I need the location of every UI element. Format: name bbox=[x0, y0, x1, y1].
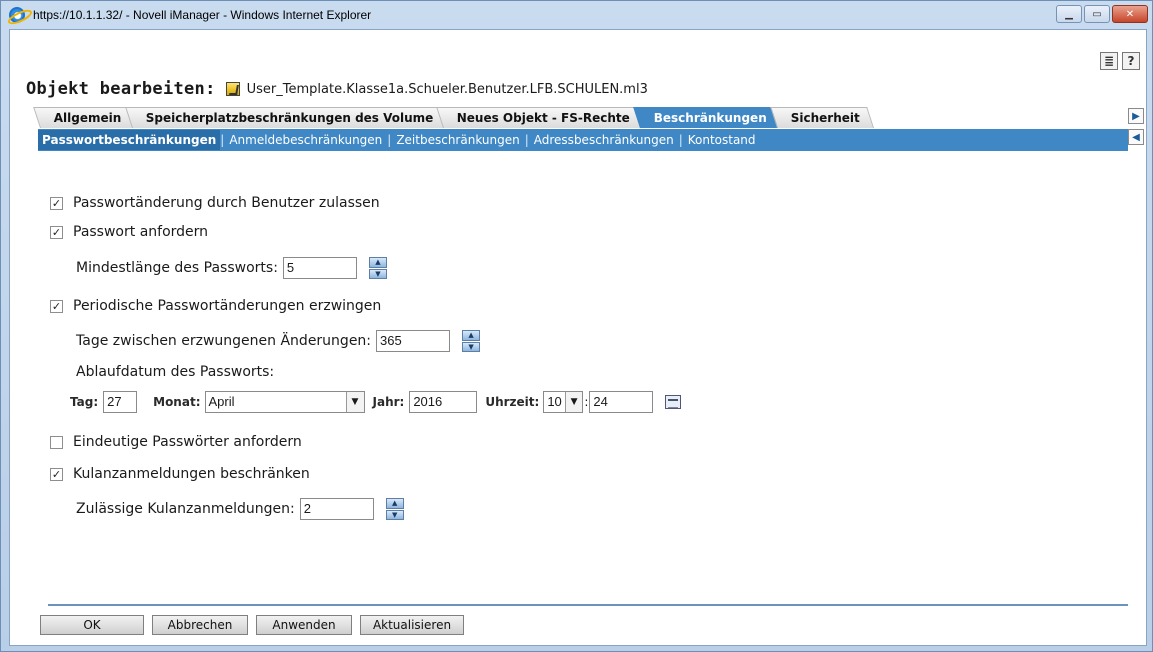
min-length-stepper[interactable]: ▲ ▼ bbox=[368, 257, 387, 279]
min-length-label: Mindestlänge des Passworts: bbox=[76, 260, 278, 276]
hour-value: 10 bbox=[547, 394, 562, 409]
subtab-passwortbeschraenkungen[interactable]: Passwortbeschränkungen bbox=[38, 130, 221, 150]
close-button[interactable]: ✕ bbox=[1112, 5, 1148, 23]
year-label: Jahr: bbox=[372, 395, 405, 409]
month-value: April bbox=[208, 394, 235, 409]
periodic-change-checkbox[interactable]: ✓ bbox=[50, 299, 63, 313]
month-label: Monat: bbox=[153, 395, 201, 409]
unique-row: Eindeutige Passwörter anfordern bbox=[50, 434, 302, 450]
maximize-button[interactable]: ▭ bbox=[1084, 5, 1110, 23]
tab-speicherplatz[interactable]: Speicherplatzbeschränkungen des Volume bbox=[124, 107, 448, 128]
grace-count-row: Zulässige Kulanzanmeldungen: 2 ▲ ▼ bbox=[76, 498, 404, 520]
spin-down-icon[interactable]: ▼ bbox=[385, 509, 404, 520]
day-label: Tag: bbox=[70, 395, 99, 409]
require-password-label: Passwort anfordern bbox=[73, 224, 209, 240]
task-list-icon[interactable]: ≣ bbox=[1100, 52, 1118, 70]
object-icon bbox=[225, 82, 240, 96]
allow-change-checkbox[interactable]: ✓ bbox=[50, 196, 63, 210]
divider bbox=[48, 604, 1128, 606]
expiry-label: Ablaufdatum des Passworts: bbox=[76, 364, 275, 380]
time-label: Uhrzeit: bbox=[485, 395, 540, 409]
subtab-zeitbeschraenkungen[interactable]: Zeitbeschränkungen bbox=[391, 133, 524, 147]
spin-down-icon[interactable]: ▼ bbox=[462, 341, 481, 352]
subtab-adressbeschraenkungen[interactable]: Adressbeschränkungen bbox=[529, 133, 679, 147]
window-title: https://10.1.1.32/ - Novell iManager - W… bbox=[33, 8, 372, 22]
tab-bar: Allgemein Speicherplatzbeschränkungen de… bbox=[33, 107, 875, 128]
periodic-change-row: ✓ Periodische Passwortänderungen erzwing… bbox=[50, 298, 381, 314]
grace-label: Kulanzanmeldungen beschränken bbox=[73, 466, 310, 482]
help-icon[interactable]: ? bbox=[1122, 52, 1140, 70]
expiry-heading-row: Ablaufdatum des Passworts: bbox=[76, 364, 274, 380]
spin-up-icon[interactable]: ▲ bbox=[385, 498, 404, 509]
chevron-down-icon[interactable]: ▼ bbox=[345, 392, 364, 412]
spin-up-icon[interactable]: ▲ bbox=[462, 330, 481, 341]
grace-count-input[interactable]: 2 bbox=[299, 498, 374, 520]
calendar-icon[interactable] bbox=[665, 395, 682, 409]
days-between-row: Tage zwischen erzwungenen Änderungen: 36… bbox=[76, 330, 481, 352]
grace-row: ✓ Kulanzanmeldungen beschränken bbox=[50, 466, 310, 482]
apply-button[interactable]: Anwenden bbox=[256, 615, 352, 635]
require-password-row: ✓ Passwort anfordern bbox=[50, 224, 208, 240]
tab-scroll-arrows: ▶ ◀ bbox=[1128, 108, 1144, 145]
hour-select[interactable]: 10 ▼ bbox=[543, 391, 584, 413]
button-bar: OK Abbrechen Anwenden Aktualisieren bbox=[40, 615, 464, 635]
spin-down-icon[interactable]: ▼ bbox=[368, 268, 387, 279]
refresh-button[interactable]: Aktualisieren bbox=[360, 615, 464, 635]
spin-up-icon[interactable]: ▲ bbox=[368, 257, 387, 268]
min-length-row: Mindestlänge des Passworts: 5 ▲ ▼ bbox=[76, 257, 387, 279]
subtab-bar: Passwortbeschränkungen | Anmeldebeschrän… bbox=[38, 129, 1128, 151]
day-input[interactable]: 27 bbox=[103, 391, 138, 413]
grace-count-stepper[interactable]: ▲ ▼ bbox=[385, 498, 404, 520]
days-between-input[interactable]: 365 bbox=[376, 330, 451, 352]
page-title: Objekt bearbeiten: User_Template.Klasse1… bbox=[26, 79, 648, 99]
tab-beschraenkungen[interactable]: Beschränkungen bbox=[633, 107, 782, 128]
browser-window: https://10.1.1.32/ - Novell iManager - W… bbox=[0, 0, 1153, 652]
require-password-checkbox[interactable]: ✓ bbox=[50, 225, 63, 239]
time-colon: : bbox=[584, 395, 589, 409]
days-between-stepper[interactable]: ▲ ▼ bbox=[462, 330, 481, 352]
grace-count-label: Zulässige Kulanzanmeldungen: bbox=[76, 501, 295, 517]
subtab-kontostand[interactable]: Kontostand bbox=[683, 133, 761, 147]
allow-change-row: ✓ Passwortänderung durch Benutzer zulass… bbox=[50, 195, 380, 211]
month-select[interactable]: April ▼ bbox=[204, 391, 365, 413]
ok-button[interactable]: OK bbox=[40, 615, 144, 635]
internet-explorer-icon bbox=[9, 7, 25, 23]
allow-change-label: Passwortänderung durch Benutzer zulassen bbox=[73, 195, 380, 211]
days-between-label: Tage zwischen erzwungenen Änderungen: bbox=[76, 333, 372, 349]
tab-fs-rechte[interactable]: Neues Objekt - FS-Rechte bbox=[436, 107, 645, 128]
tab-allgemein[interactable]: Allgemein bbox=[33, 107, 136, 128]
min-length-input[interactable]: 5 bbox=[282, 257, 357, 279]
object-name: User_Template.Klasse1a.Schueler.Benutzer… bbox=[246, 81, 648, 97]
title-bar: https://10.1.1.32/ - Novell iManager - W… bbox=[1, 1, 1152, 29]
tab-sicherheit[interactable]: Sicherheit bbox=[770, 107, 875, 128]
periodic-change-label: Periodische Passwortänderungen erzwingen bbox=[73, 298, 382, 314]
top-icons: ≣ ? bbox=[1100, 52, 1140, 70]
unique-checkbox[interactable] bbox=[50, 435, 63, 449]
page-title-label: Objekt bearbeiten: bbox=[26, 79, 216, 99]
chevron-down-icon[interactable]: ▼ bbox=[564, 392, 583, 412]
minute-input[interactable]: 24 bbox=[589, 391, 654, 413]
minimize-button[interactable]: ▁ bbox=[1056, 5, 1082, 23]
page-content: ≣ ? Objekt bearbeiten: User_Template.Kla… bbox=[9, 29, 1147, 646]
grace-checkbox[interactable]: ✓ bbox=[50, 467, 63, 481]
subtab-anmeldebeschraenkungen[interactable]: Anmeldebeschränkungen bbox=[224, 133, 387, 147]
expiry-row: Tag: 27 Monat: April ▼ Jahr: 2016 Uhrzei… bbox=[70, 391, 682, 413]
year-input[interactable]: 2016 bbox=[409, 391, 478, 413]
window-controls: ▁ ▭ ✕ bbox=[1056, 5, 1148, 23]
scroll-right-icon[interactable]: ▶ bbox=[1128, 108, 1144, 124]
scroll-left-icon[interactable]: ◀ bbox=[1128, 129, 1144, 145]
unique-label: Eindeutige Passwörter anfordern bbox=[73, 434, 302, 450]
cancel-button[interactable]: Abbrechen bbox=[152, 615, 248, 635]
